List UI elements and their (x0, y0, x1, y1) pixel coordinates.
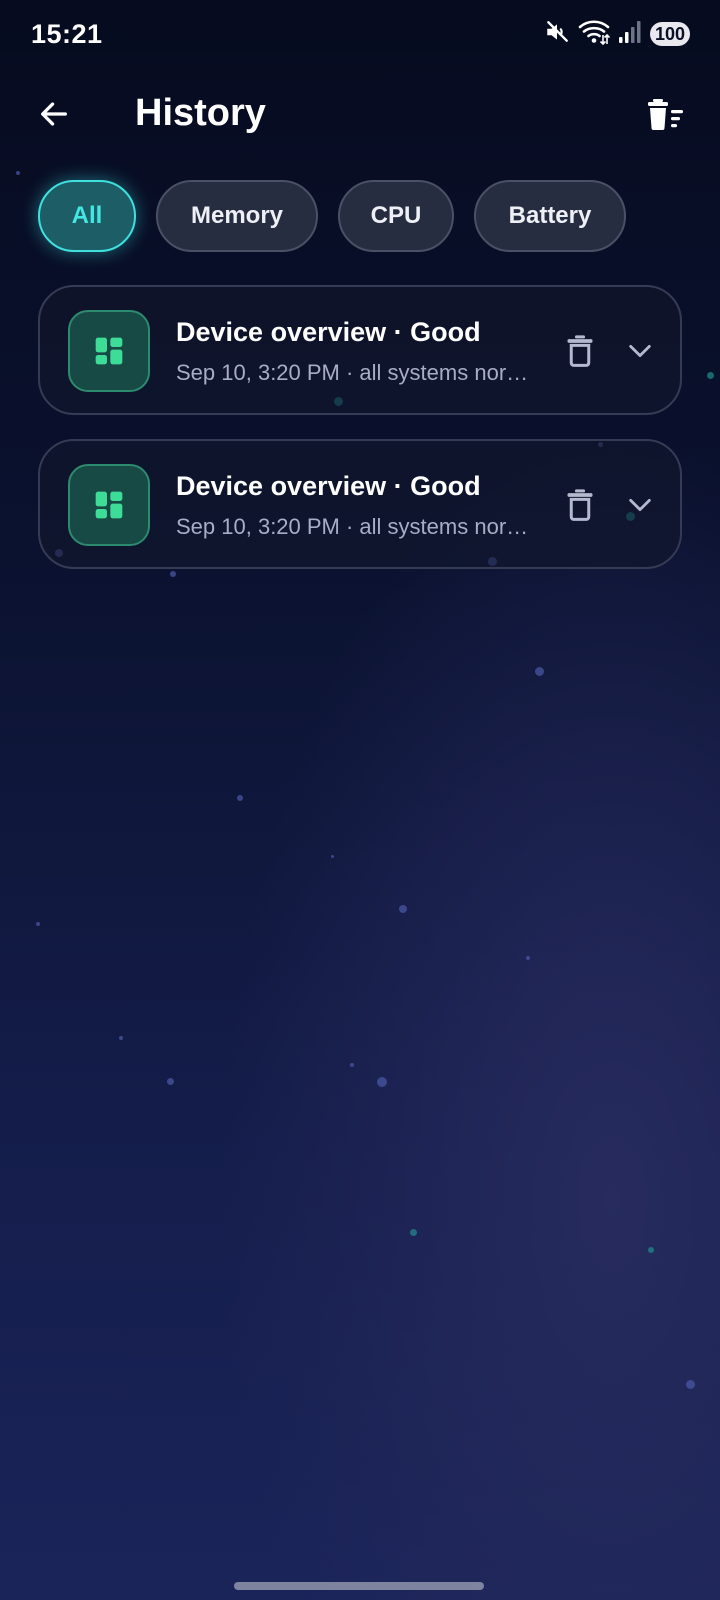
trash-icon (567, 489, 593, 521)
home-indicator[interactable] (234, 1582, 484, 1590)
filter-chip-all[interactable]: All (38, 180, 136, 252)
filter-chip-cpu[interactable]: CPU (338, 180, 454, 252)
clear-all-trash-icon (648, 99, 683, 130)
chevron-down-icon (629, 344, 651, 358)
history-card[interactable]: Device overview · Good Sep 10, 3:20 PM ·… (38, 285, 682, 415)
card-subtitle: Sep 10, 3:20 PM · all systems normal (176, 360, 538, 385)
card-icon-tile (68, 464, 150, 546)
arrow-left-icon (41, 102, 67, 126)
expand-entry-button[interactable] (616, 327, 664, 375)
status-time: 15:21 (31, 19, 103, 49)
dashboard-icon (95, 491, 123, 519)
status-icons: 100 (544, 19, 690, 49)
signal-icon (618, 20, 642, 49)
clear-all-button[interactable] (640, 88, 692, 140)
wifi-icon (578, 19, 611, 50)
history-list: Device overview · Good Sep 10, 3:20 PM ·… (38, 285, 682, 593)
filter-chips: All Memory CPU Battery (38, 180, 626, 252)
card-title: Device overview · Good (176, 317, 481, 347)
back-button[interactable] (28, 88, 80, 140)
chevron-down-icon (629, 498, 651, 512)
expand-entry-button[interactable] (616, 481, 664, 529)
history-card[interactable]: Device overview · Good Sep 10, 3:20 PM ·… (38, 439, 682, 569)
page-title: History (135, 92, 266, 134)
delete-entry-button[interactable] (556, 481, 604, 529)
card-title: Device overview · Good (176, 471, 481, 501)
trash-icon (567, 335, 593, 367)
card-subtitle: Sep 10, 3:20 PM · all systems normal (176, 514, 538, 539)
battery-indicator: 100 (650, 22, 690, 46)
dashboard-icon (95, 337, 123, 365)
filter-chip-memory[interactable]: Memory (156, 180, 318, 252)
filter-chip-battery[interactable]: Battery (474, 180, 626, 252)
app-header: History (0, 80, 720, 152)
mute-icon (544, 19, 570, 50)
delete-entry-button[interactable] (556, 327, 604, 375)
status-bar: 15:21 100 (0, 0, 720, 68)
card-icon-tile (68, 310, 150, 392)
